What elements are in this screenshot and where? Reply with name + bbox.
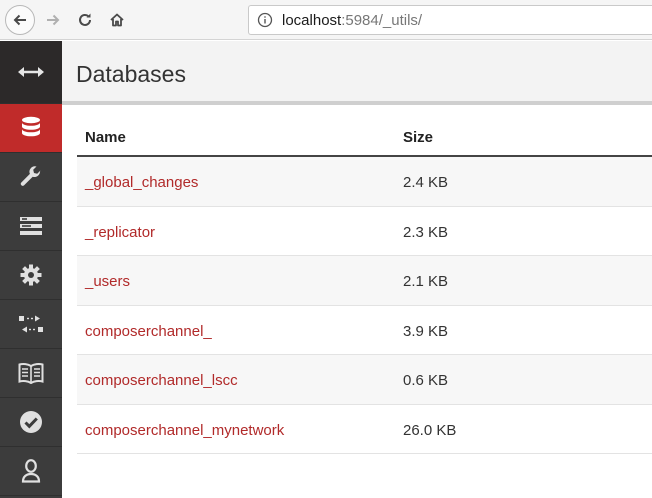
replication-icon bbox=[18, 314, 44, 334]
database-link[interactable]: _global_changes bbox=[85, 174, 198, 191]
back-arrow-icon bbox=[12, 12, 28, 28]
wrench-icon bbox=[19, 165, 43, 189]
user-icon bbox=[21, 459, 41, 483]
back-button[interactable] bbox=[5, 5, 35, 35]
book-icon bbox=[18, 362, 44, 384]
database-size: 2.1 KB bbox=[403, 273, 449, 290]
database-size: 26.0 KB bbox=[403, 421, 457, 439]
forward-button[interactable] bbox=[38, 5, 68, 35]
table-header: Name Size bbox=[77, 115, 652, 157]
tasks-icon bbox=[19, 216, 43, 236]
url-path: :5984/_utils/ bbox=[341, 11, 423, 29]
browser-toolbar: localhost:5984/_utils/ bbox=[0, 0, 652, 40]
column-header-name[interactable]: Name bbox=[85, 129, 126, 146]
sidebar-item-setup[interactable] bbox=[0, 153, 62, 202]
sidebar-item-documentation[interactable] bbox=[0, 349, 62, 398]
reload-button[interactable] bbox=[70, 5, 100, 35]
forward-arrow-icon bbox=[45, 12, 61, 28]
gear-icon bbox=[20, 264, 42, 286]
database-size: 0.6 KB bbox=[403, 372, 449, 389]
table-row: composerchannel_mynetwork 26.0 KB bbox=[77, 404, 652, 454]
database-size: 3.9 KB bbox=[403, 322, 449, 340]
reload-icon bbox=[77, 12, 93, 28]
database-icon bbox=[20, 116, 42, 140]
double-arrow-icon bbox=[17, 65, 45, 79]
url-bar[interactable]: localhost:5984/_utils/ bbox=[248, 5, 652, 35]
home-icon bbox=[109, 12, 125, 28]
databases-table: Name Size _global_changes 2.4 KB _replic… bbox=[77, 115, 652, 454]
database-link[interactable]: _users bbox=[85, 273, 130, 290]
table-row: composerchannel_lscc 0.6 KB bbox=[77, 355, 652, 405]
sidebar-item-verify[interactable] bbox=[0, 398, 62, 447]
sidebar-item-configuration[interactable] bbox=[0, 251, 62, 300]
sidebar-item-replication[interactable] bbox=[0, 300, 62, 349]
page-title: Databases bbox=[76, 61, 186, 87]
sidebar-nav bbox=[0, 41, 62, 498]
sidebar-item-toggle-menu[interactable] bbox=[0, 41, 62, 104]
database-link[interactable]: composerchannel_lscc bbox=[85, 372, 238, 389]
column-header-size[interactable]: Size bbox=[403, 129, 433, 146]
sidebar-item-user[interactable] bbox=[0, 447, 62, 496]
table-body: _global_changes 2.4 KB _replicator 2.3 K… bbox=[77, 157, 652, 454]
database-size: 2.4 KB bbox=[403, 174, 449, 191]
page-header: Databases bbox=[62, 41, 652, 105]
main-content: Databases Name Size _global_changes 2.4 … bbox=[62, 41, 652, 498]
sidebar-item-active-tasks[interactable] bbox=[0, 202, 62, 251]
sidebar-item-databases[interactable] bbox=[0, 104, 62, 153]
database-link[interactable]: _replicator bbox=[85, 224, 155, 241]
home-button[interactable] bbox=[102, 5, 132, 35]
table-row: _global_changes 2.4 KB bbox=[77, 157, 652, 207]
info-icon[interactable] bbox=[257, 12, 273, 28]
table-row: _users 2.1 KB bbox=[77, 256, 652, 306]
table-row: composerchannel_ 3.9 KB bbox=[77, 305, 652, 355]
url-host: localhost bbox=[282, 11, 342, 29]
database-size: 2.3 KB bbox=[403, 223, 449, 241]
table-row: _replicator 2.3 KB bbox=[77, 206, 652, 256]
url-text[interactable]: localhost:5984/_utils/ bbox=[282, 12, 422, 29]
check-circle-icon bbox=[19, 410, 43, 434]
database-link[interactable]: composerchannel_ bbox=[85, 323, 212, 340]
database-link[interactable]: composerchannel_mynetwork bbox=[85, 422, 284, 439]
